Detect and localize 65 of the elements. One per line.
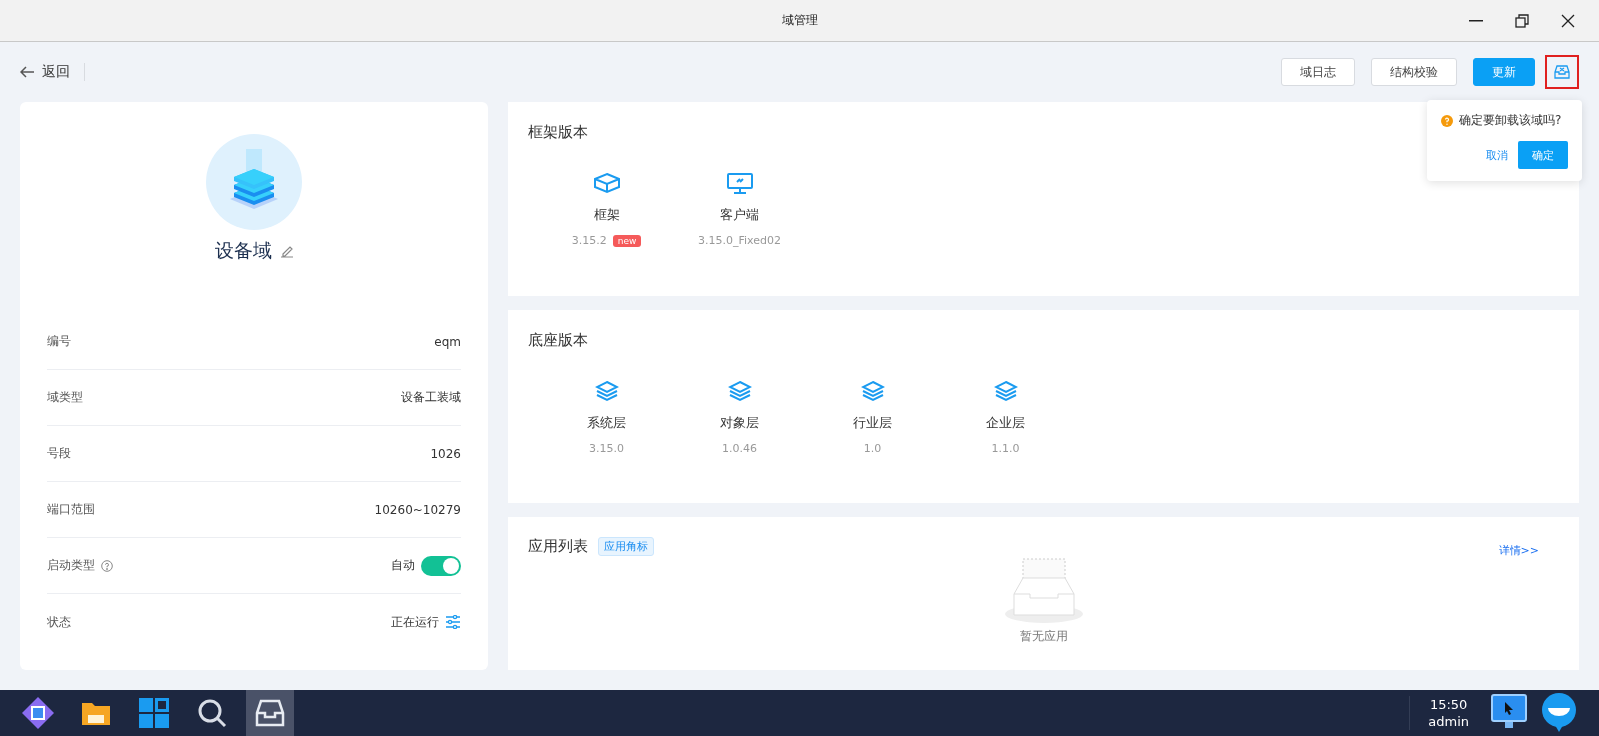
property-label: 号段 (47, 445, 71, 462)
monitor-icon (725, 172, 754, 194)
window-title: 域管理 (781, 12, 818, 29)
property-value: 1026 (430, 446, 461, 461)
version-text: 3.15.0 (589, 442, 624, 455)
layer-name: 行业层 (853, 414, 892, 432)
close-icon (1561, 14, 1575, 28)
diamond-logo-icon (21, 696, 55, 730)
sliders-icon[interactable] (445, 615, 461, 629)
version-text: 3.15.2 (571, 234, 607, 247)
help-icon[interactable] (101, 559, 113, 572)
property-value: 正在运行 (391, 613, 439, 631)
property-value: 自动 (391, 557, 415, 574)
version-text: 3.15.0_Fixed02 (698, 234, 781, 247)
layers-icon (594, 380, 619, 402)
user-name: admin (1428, 713, 1469, 730)
section-title: 底座版本 (528, 331, 588, 349)
property-value: eqm (434, 334, 461, 349)
section-title: 应用列表 (528, 537, 588, 556)
toolbar-button[interactable]: 更新 (1473, 58, 1535, 86)
layer-name: 对象层 (720, 414, 759, 432)
back-button[interactable]: 返回 (20, 63, 85, 81)
cube-icon (592, 172, 621, 194)
uninstall-button[interactable] (1545, 55, 1579, 89)
question-icon (1441, 114, 1453, 127)
confirm-button[interactable]: 确定 (1518, 141, 1568, 169)
layers-icon (860, 380, 885, 402)
property-label: 启动类型 (47, 557, 95, 574)
version-text: 1.0 (863, 442, 882, 455)
restore-icon (1515, 14, 1529, 28)
property-value: 设备工装域 (401, 389, 461, 406)
component-name: 客户端 (720, 206, 759, 224)
property-label: 状态 (47, 613, 71, 631)
back-arrow-icon (20, 66, 34, 78)
property-label: 端口范围 (47, 501, 95, 518)
search-icon (197, 698, 227, 728)
layer-name: 企业层 (986, 414, 1025, 432)
details-link[interactable]: 详情>> (1498, 543, 1539, 558)
confirm-message: 确定要卸载该域吗? (1459, 112, 1562, 129)
layers-icon (993, 380, 1018, 402)
minimize-icon (1469, 20, 1483, 22)
windows-icon (139, 698, 169, 728)
component-name: 框架 (593, 206, 620, 224)
section-title: 框架版本 (528, 123, 588, 141)
property-label: 域类型 (47, 389, 83, 406)
layer-name: 系统层 (587, 414, 626, 432)
tray-icon (1554, 65, 1570, 79)
app-badge-tag[interactable]: 应用角标 (598, 537, 654, 556)
toolbar-button[interactable]: 域日志 (1281, 58, 1355, 86)
inbox-icon (255, 699, 285, 727)
cancel-button[interactable]: 取消 (1486, 147, 1508, 163)
version-text: 1.1.0 (991, 442, 1020, 455)
taskbar-app[interactable] (246, 690, 294, 736)
new-badge: new (612, 234, 642, 247)
layers-icon (727, 380, 752, 402)
property-label: 编号 (47, 333, 71, 350)
edit-icon[interactable] (279, 244, 294, 258)
chat-bubble-icon[interactable] (1541, 693, 1577, 733)
toolbar-button[interactable]: 结构校验 (1371, 58, 1457, 86)
version-text: 1.0.46 (722, 442, 757, 455)
domain-name: 设备域 (214, 238, 272, 263)
toggle-switch[interactable] (421, 555, 461, 576)
empty-message: 暂无应用 (1019, 628, 1068, 645)
property-value: 10260~10279 (374, 502, 461, 517)
clock-time: 15:50 (1429, 696, 1468, 713)
